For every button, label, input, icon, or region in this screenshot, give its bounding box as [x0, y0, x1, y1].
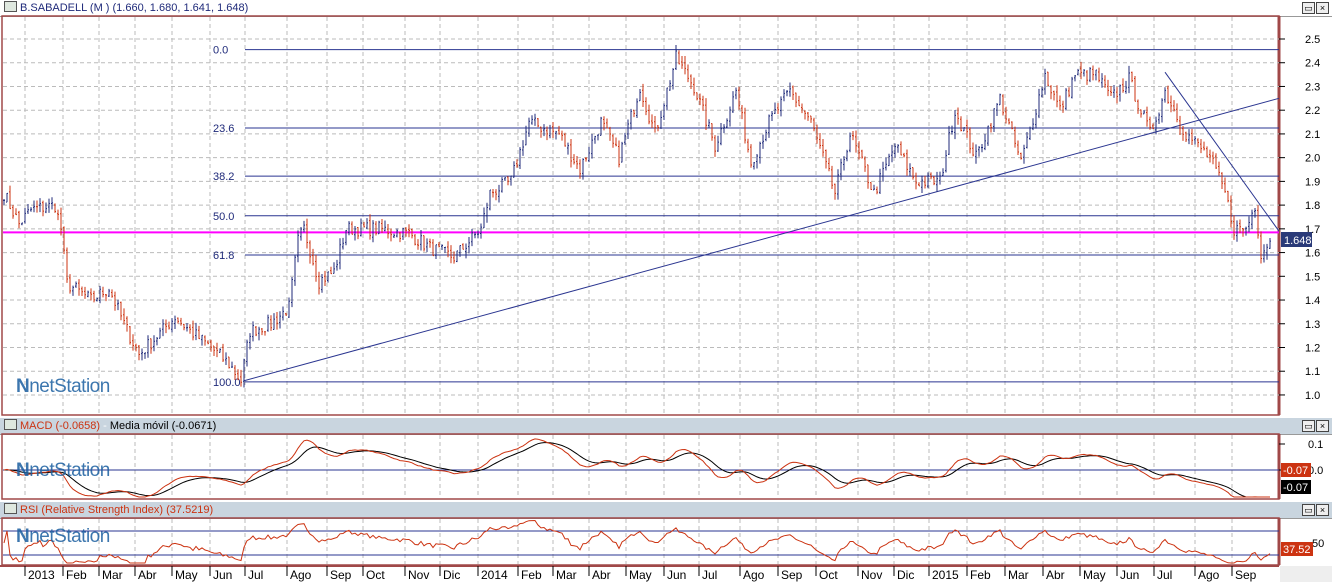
y-tick-label: 1.0 [1305, 390, 1320, 402]
y-tick-label: 2.2 [1305, 105, 1320, 117]
rsi-value-label: 37.52 [1283, 544, 1311, 556]
x-tick-label: Abr [592, 568, 611, 582]
x-tick-label: May [629, 568, 652, 582]
x-tick-label: Ago [1198, 568, 1220, 582]
fib-label: 50.0 [213, 211, 234, 223]
x-tick-label: Oct [819, 568, 838, 582]
y-tick-label: 1.5 [1305, 271, 1320, 283]
x-tick-label: 2014 [481, 568, 508, 582]
y-tick-label: 2.4 [1305, 58, 1320, 70]
x-tick-label: Ago [290, 568, 312, 582]
trendline [1164, 71, 1280, 232]
last-price-label: 1.648 [1284, 235, 1312, 247]
x-tick-label: Jul [702, 568, 717, 582]
x-tick-label: Dic [897, 568, 914, 582]
macd-line [3, 438, 1270, 498]
x-tick-label: Jun [667, 568, 686, 582]
x-tick-label: Ago [743, 568, 765, 582]
x-tick-label: 2015 [932, 568, 959, 582]
price-chart[interactable]: 1.01.11.21.31.41.51.61.71.81.92.02.12.22… [0, 0, 1332, 582]
y-tick-label: 2.1 [1305, 129, 1320, 141]
x-tick-label: Mar [556, 568, 577, 582]
y-tick-label: 1.1 [1305, 366, 1320, 378]
x-tick-label: Jul [1157, 568, 1172, 582]
fib-label: 0.0 [213, 45, 228, 57]
y-tick-label: 2.3 [1305, 81, 1320, 93]
x-tick-label: Oct [366, 568, 385, 582]
x-tick-label: Abr [1046, 568, 1065, 582]
x-tick-label: Feb [521, 568, 542, 582]
y-tick-label: 1.2 [1305, 342, 1320, 354]
panel-frame [1, 433, 1280, 500]
x-tick-label: Mar [102, 568, 123, 582]
x-tick-label: Dic [443, 568, 460, 582]
y-tick-label: 1.3 [1305, 319, 1320, 331]
y-tick-label: 1.4 [1305, 295, 1320, 307]
x-tick-label: Sep [1235, 568, 1257, 582]
panel-frame [1, 517, 1280, 566]
x-tick-label: May [175, 568, 198, 582]
x-tick-label: Nov [408, 568, 429, 582]
x-tick-label: Nov [861, 568, 882, 582]
x-tick-label: Sep [781, 568, 803, 582]
rsi-tick-label: 50 [1312, 538, 1324, 550]
netstation-logo: NnetStation [16, 376, 110, 397]
x-tick-label: Feb [66, 568, 87, 582]
fib-label: 100.0 [213, 377, 241, 389]
netstation-logo: NnetStation [16, 526, 110, 547]
netstation-logo: NnetStation [16, 460, 110, 481]
y-tick-label: 2.0 [1305, 153, 1320, 165]
x-tick-label: Sep [330, 568, 352, 582]
y-tick-label: 1.9 [1305, 176, 1320, 188]
x-tick-label: May [1083, 568, 1106, 582]
x-tick-label: Abr [138, 568, 157, 582]
x-tick-label: Feb [970, 568, 991, 582]
y-tick-label: 2.5 [1305, 34, 1320, 46]
x-tick-label: Mar [1008, 568, 1029, 582]
x-tick-label: Jun [1120, 568, 1139, 582]
axis-corner [1280, 566, 1332, 582]
signal-value-label: -0.07 [1283, 482, 1308, 494]
fib-label: 23.6 [213, 123, 234, 135]
y-tick-label: 1.6 [1305, 248, 1320, 260]
x-tick-label: Jul [248, 568, 263, 582]
fib-label: 38.2 [213, 171, 234, 183]
macd-value-label: -0.07 [1283, 465, 1308, 477]
macd-tick-label: 0.1 [1308, 439, 1323, 451]
trendline [243, 97, 1280, 382]
y-tick-label: 1.8 [1305, 200, 1320, 212]
fib-label: 61.8 [213, 250, 234, 262]
x-tick-label: Jun [213, 568, 232, 582]
x-tick-label: 2013 [28, 568, 55, 582]
